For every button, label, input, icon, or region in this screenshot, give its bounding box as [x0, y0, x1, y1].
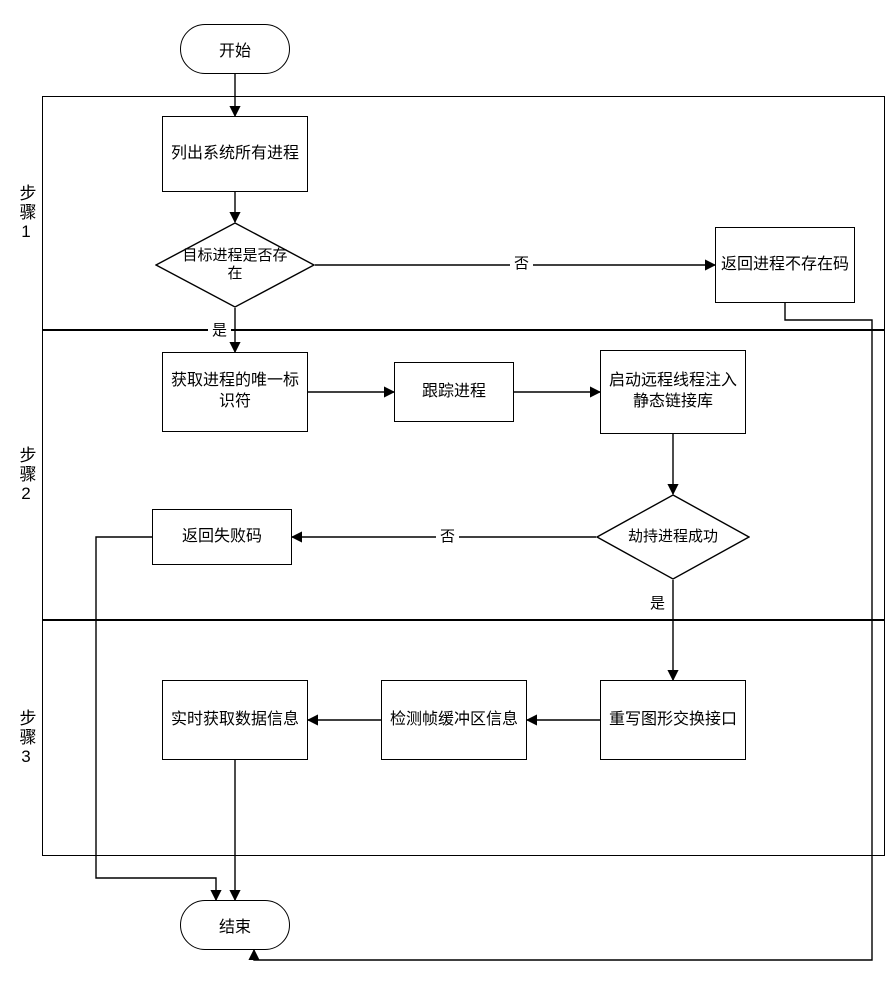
decision-hijack-ok: 劫持进程成功 [596, 494, 750, 580]
get-uid-text: 获取进程的唯一标识符 [167, 371, 303, 413]
process-inject-lib: 启动远程线程注入静态链接库 [600, 350, 746, 434]
lane-3-label: 步骤3 [10, 620, 43, 856]
process-fail-code: 返回失败码 [152, 509, 292, 565]
target-exists-text: 目标进程是否存在 [155, 222, 315, 308]
edge-label-yes-2: 是 [646, 592, 669, 613]
fail-code-text: 返回失败码 [182, 527, 262, 548]
end-label: 结束 [219, 913, 251, 937]
flowchart-canvas: 步骤1 步骤2 步骤3 开始 列出系统所有进程 目标进程是否存在 返回进程不存在… [0, 0, 896, 1000]
lane-2-label: 步骤2 [10, 330, 43, 620]
check-fb-text: 检测帧缓冲区信息 [390, 710, 518, 731]
lane-1-label: 步骤1 [10, 96, 43, 330]
start-label: 开始 [219, 37, 251, 61]
process-check-fb: 检测帧缓冲区信息 [381, 680, 527, 760]
no-proc-code-text: 返回进程不存在码 [721, 255, 849, 276]
list-proc-text: 列出系统所有进程 [171, 144, 299, 165]
rewrite-gfx-text: 重写图形交换接口 [609, 710, 737, 731]
process-get-data: 实时获取数据信息 [162, 680, 308, 760]
edge-label-yes-1: 是 [208, 319, 231, 340]
edge-label-no-1: 否 [510, 252, 533, 273]
trace-text: 跟踪进程 [422, 382, 486, 403]
get-data-text: 实时获取数据信息 [171, 710, 299, 731]
hijack-ok-text: 劫持进程成功 [596, 494, 750, 580]
terminator-start: 开始 [180, 24, 290, 74]
inject-text: 启动远程线程注入静态链接库 [605, 371, 741, 413]
process-rewrite-gfx: 重写图形交换接口 [600, 680, 746, 760]
terminator-end: 结束 [180, 900, 290, 950]
decision-target-exists: 目标进程是否存在 [155, 222, 315, 308]
process-trace: 跟踪进程 [394, 362, 514, 422]
edge-label-no-2: 否 [436, 525, 459, 546]
process-list-proc: 列出系统所有进程 [162, 116, 308, 192]
process-get-uid: 获取进程的唯一标识符 [162, 352, 308, 432]
process-no-proc-code: 返回进程不存在码 [715, 227, 855, 303]
